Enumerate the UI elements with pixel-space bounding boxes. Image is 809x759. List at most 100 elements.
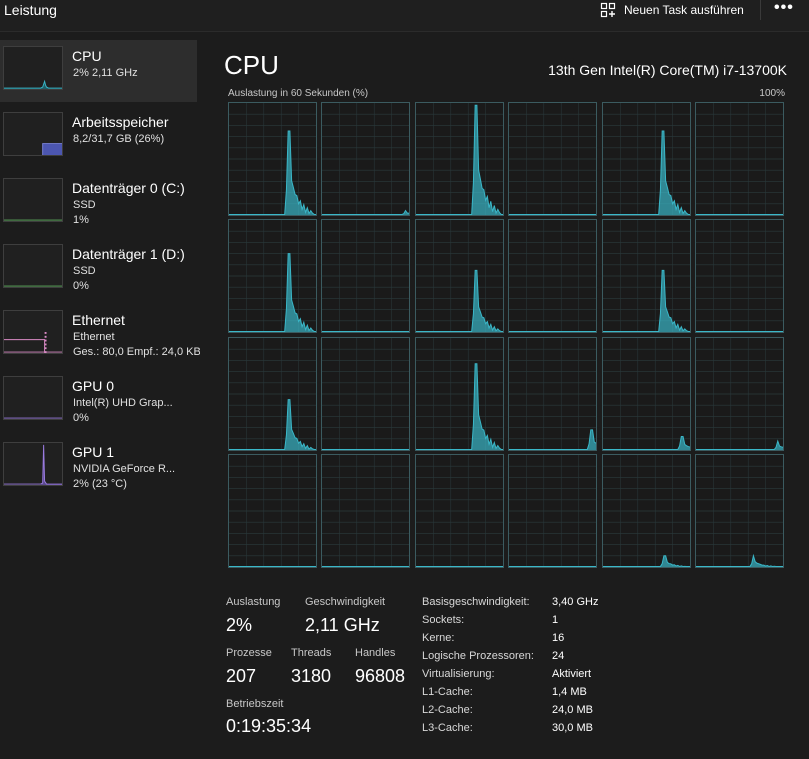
sidebar-item-detail: Intel(R) UHD Grap... bbox=[73, 397, 173, 409]
core-graph bbox=[321, 102, 411, 216]
core-usage-line bbox=[229, 399, 316, 449]
utilization-value: 2% bbox=[226, 615, 253, 635]
core-graph bbox=[228, 453, 317, 568]
sidebar-item-value: 0% bbox=[73, 412, 89, 424]
disk-0-thumbnail bbox=[3, 178, 63, 222]
speed-label: Geschwindigkeit bbox=[305, 596, 386, 608]
core-usage-line bbox=[603, 271, 690, 332]
sidebar-item-detail: SSD bbox=[73, 265, 96, 277]
core-usage-line bbox=[696, 441, 783, 449]
new-task-button[interactable]: Neuen Task ausführen bbox=[600, 0, 744, 20]
new-task-icon bbox=[600, 2, 616, 18]
ethernet-thumbnail bbox=[3, 310, 63, 354]
core-usage-area bbox=[415, 270, 503, 333]
core-usage-line bbox=[509, 429, 596, 449]
sidebar-item-value: 0% bbox=[73, 280, 89, 292]
core-graph bbox=[695, 219, 784, 334]
spec-key: L1-Cache: bbox=[422, 686, 473, 698]
disk-1-thumbnail bbox=[3, 244, 63, 288]
new-task-label: Neuen Task ausführen bbox=[624, 3, 744, 17]
spec-value: 1 bbox=[552, 614, 559, 626]
spec-value: 24 bbox=[552, 650, 565, 662]
core-graph bbox=[508, 336, 598, 451]
spec-value: 1,4 MB bbox=[552, 686, 587, 698]
core-graph bbox=[414, 336, 504, 451]
handles-label: Handles bbox=[355, 647, 396, 659]
uptime-value: 0:19:35:34 bbox=[226, 716, 312, 736]
core-graph bbox=[228, 102, 317, 216]
sidebar-item-detail: 2% 2,11 GHz bbox=[73, 67, 138, 79]
sidebar-item-disk-0[interactable]: Datenträger 0 (C:) SSD 1% bbox=[0, 172, 197, 234]
spec-value: 30,0 MB bbox=[552, 722, 593, 734]
core-graph bbox=[414, 453, 504, 568]
spec-key: L3-Cache: bbox=[422, 722, 473, 734]
core-graph bbox=[321, 453, 411, 568]
core-usage-line bbox=[603, 131, 690, 214]
page-title: Leistung bbox=[4, 2, 57, 18]
more-options-icon[interactable]: ••• bbox=[774, 0, 794, 16]
speed-value: 2,11 GHz bbox=[305, 615, 380, 635]
core-usage-line bbox=[322, 211, 409, 215]
sidebar-item-label: Datenträger 0 (C:) bbox=[72, 180, 185, 196]
memory-thumbnail bbox=[3, 112, 63, 156]
threads-label: Threads bbox=[291, 647, 332, 659]
spec-key: Virtualisierung: bbox=[422, 668, 495, 680]
sidebar-item-detail: NVIDIA GeForce R... bbox=[73, 463, 176, 475]
logical-processor-graphs bbox=[228, 102, 784, 568]
core-graph bbox=[695, 336, 784, 451]
spec-value: Aktiviert bbox=[552, 668, 592, 680]
core-usage-line bbox=[603, 556, 690, 567]
sidebar-item-label: CPU bbox=[72, 48, 102, 64]
sidebar-item-label: Ethernet bbox=[72, 312, 125, 328]
main-title: CPU bbox=[224, 50, 279, 80]
core-usage-area bbox=[229, 399, 316, 450]
core-graph bbox=[321, 219, 411, 334]
gpu-1-thumbnail bbox=[3, 442, 63, 486]
sidebar-item-gpu-0[interactable]: GPU 0 Intel(R) UHD Grap... 0% bbox=[0, 370, 197, 432]
core-usage-area bbox=[229, 131, 316, 215]
core-usage-line bbox=[416, 105, 503, 214]
sidebar-item-detail: SSD bbox=[73, 199, 96, 211]
sidebar-item-value: 1% bbox=[73, 214, 89, 226]
sidebar-item-ethernet[interactable]: Ethernet Ethernet Ges.: 80,0 Empf.: 24,0… bbox=[0, 304, 200, 366]
sidebar-item-disk-1[interactable]: Datenträger 1 (D:) SSD 0% bbox=[0, 238, 197, 300]
core-graph bbox=[321, 336, 411, 451]
sidebar-item-detail: Ethernet bbox=[73, 331, 115, 343]
core-graph bbox=[601, 453, 691, 568]
core-usage-line bbox=[229, 131, 316, 214]
core-graph bbox=[228, 219, 317, 334]
core-usage-area bbox=[509, 429, 597, 450]
core-usage-area bbox=[229, 253, 316, 333]
spec-value: 16 bbox=[552, 632, 565, 644]
sidebar-item-value: 2% (23 °C) bbox=[73, 478, 127, 490]
core-usage-area bbox=[602, 131, 690, 215]
spec-value: 24,0 MB bbox=[552, 704, 593, 716]
utilization-label: Auslastung bbox=[226, 596, 281, 608]
sidebar-item-cpu[interactable]: CPU 2% 2,11 GHz bbox=[0, 40, 197, 102]
spec-key: L2-Cache: bbox=[422, 704, 473, 716]
core-graph bbox=[508, 219, 598, 334]
sidebar-item-label: GPU 0 bbox=[72, 378, 115, 394]
core-usage-line bbox=[229, 254, 316, 332]
cpu-thumbnail bbox=[3, 46, 63, 90]
core-graph bbox=[508, 453, 598, 568]
core-graph bbox=[228, 336, 317, 451]
core-graph bbox=[508, 102, 598, 216]
sidebar-item-label: Datenträger 1 (D:) bbox=[72, 246, 185, 262]
core-usage-area bbox=[415, 363, 503, 450]
core-usage-area bbox=[415, 105, 503, 215]
graph-axis-label: Auslastung in 60 Sekunden (%) bbox=[228, 88, 369, 99]
spec-key: Basisgeschwindigkeit: bbox=[422, 596, 530, 608]
spec-value: 3,40 GHz bbox=[552, 596, 599, 608]
core-graph bbox=[414, 219, 504, 334]
core-usage-area bbox=[696, 555, 783, 567]
sidebar-item-detail: 8,2/31,7 GB (26%) bbox=[73, 133, 165, 145]
core-graph bbox=[601, 219, 691, 334]
core-graph bbox=[695, 102, 784, 216]
processes-label: Prozesse bbox=[226, 647, 272, 659]
sidebar-item-label: Arbeitsspeicher bbox=[72, 114, 169, 130]
spec-key: Logische Prozessoren: bbox=[422, 650, 534, 662]
sidebar-item-gpu-1[interactable]: GPU 1 NVIDIA GeForce R... 2% (23 °C) bbox=[0, 436, 197, 498]
core-usage-area bbox=[602, 270, 690, 333]
sidebar-item-memory[interactable]: Arbeitsspeicher 8,2/31,7 GB (26%) bbox=[0, 106, 197, 168]
